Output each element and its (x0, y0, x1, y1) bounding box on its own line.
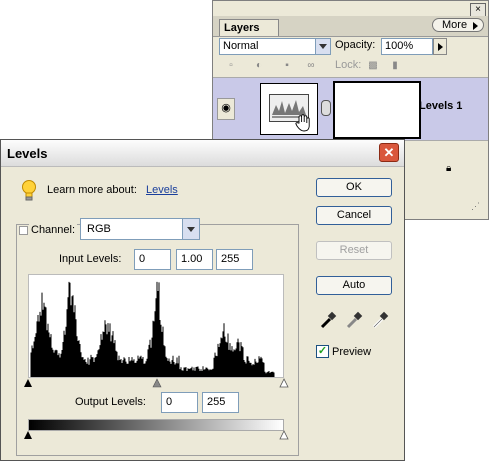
preview-label: Preview (332, 346, 372, 358)
opacity-slider-button[interactable] (433, 38, 447, 55)
adjustment-layer-icon[interactable]: ◐ (253, 60, 265, 71)
layer-mask-thumbnail[interactable] (333, 81, 421, 139)
levels-dialog: Levels ✕ Learn more about: Levels Channe… (0, 139, 405, 461)
output-black-field[interactable]: 0 (161, 392, 198, 413)
input-black-field[interactable]: 0 (134, 249, 171, 270)
layers-tab-bar: Layers More (213, 16, 488, 37)
hand-cursor-icon (295, 114, 310, 132)
output-white-field[interactable]: 255 (202, 392, 239, 413)
channel-label: Channel: (29, 224, 78, 236)
dialog-title: Levels (7, 146, 48, 161)
lock-icon: 🔒︎ (446, 163, 452, 174)
input-sliders[interactable] (23, 378, 289, 390)
mask-link-icon[interactable] (321, 100, 331, 116)
resize-grip[interactable]: ⋰ (471, 201, 480, 212)
histogram (28, 274, 284, 378)
blend-mode-select[interactable]: Normal (219, 38, 331, 55)
input-gamma-field[interactable]: 1.00 (176, 249, 213, 270)
lock-transparent-icon[interactable]: ▩ (367, 60, 379, 71)
levels-help-link[interactable]: Levels (146, 184, 178, 196)
channel-select[interactable]: RGB (80, 218, 200, 240)
histogram-graph (30, 281, 275, 377)
chevron-down-icon[interactable] (182, 219, 199, 239)
cancel-button[interactable]: Cancel (316, 206, 392, 225)
black-point-slider[interactable] (24, 379, 32, 387)
trash-icon[interactable]: ▪ (281, 60, 293, 71)
reset-button[interactable]: Reset (316, 241, 392, 260)
chevron-right-icon (473, 22, 478, 30)
input-levels-label: Input Levels: (59, 253, 122, 265)
gray-eyedropper-icon[interactable] (345, 310, 363, 330)
more-label: More (442, 19, 468, 31)
new-layer-icon[interactable]: ▫ (225, 60, 237, 71)
eye-icon[interactable]: ◉ (217, 98, 235, 120)
output-levels-label: Output Levels: (75, 396, 146, 408)
adjustment-thumbnail[interactable] (260, 83, 318, 135)
output-black-slider[interactable] (24, 431, 32, 439)
layer-row-levels[interactable]: ◉ Levels 1 (213, 77, 488, 141)
layer-name[interactable]: Levels 1 (419, 100, 462, 112)
chevron-down-icon[interactable] (315, 39, 330, 54)
lightbulb-icon (22, 180, 36, 201)
preview-checkbox[interactable]: ✓ (316, 345, 329, 358)
group-corner-box (19, 226, 28, 235)
black-eyedropper-icon[interactable] (319, 310, 337, 330)
white-point-slider[interactable] (279, 378, 289, 388)
ok-button[interactable]: OK (316, 178, 392, 197)
close-button[interactable]: ✕ (379, 143, 399, 162)
channel-value: RGB (87, 223, 111, 235)
title-bar[interactable]: Levels ✕ (1, 140, 404, 167)
opacity-label: Opacity: (335, 39, 376, 51)
opacity-input[interactable]: 100% (381, 38, 433, 55)
white-eyedropper-icon[interactable] (371, 310, 389, 330)
learn-more-text: Learn more about: (47, 184, 137, 196)
lock-label: Lock: (335, 59, 362, 71)
lock-icon[interactable]: ▮ (389, 60, 401, 71)
output-white-slider[interactable] (279, 430, 289, 440)
gamma-slider[interactable] (152, 378, 162, 388)
input-white-field[interactable]: 255 (216, 249, 253, 270)
tab-layers[interactable]: Layers (219, 19, 279, 36)
layers-close-button[interactable]: × (470, 3, 486, 17)
auto-button[interactable]: Auto (316, 276, 392, 295)
histogram-bars (30, 281, 275, 377)
link-layers-icon[interactable]: ∞ (305, 60, 317, 71)
blend-mode-value: Normal (223, 40, 259, 52)
output-sliders[interactable] (23, 430, 289, 442)
more-menu-button[interactable]: More (432, 18, 484, 32)
